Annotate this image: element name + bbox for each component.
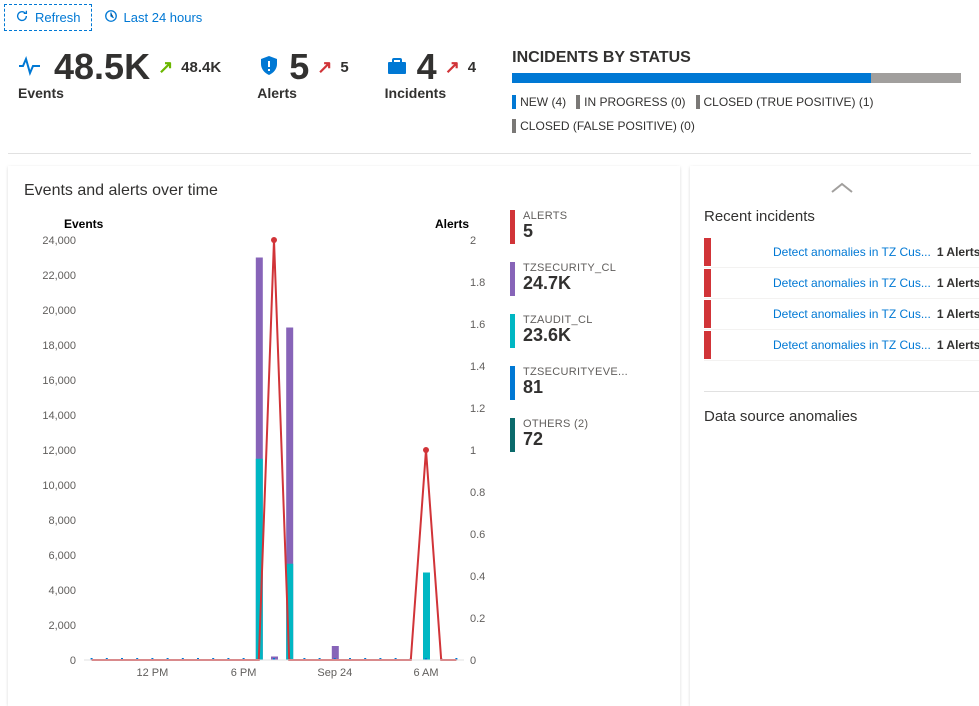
shield-icon (257, 54, 281, 81)
incident-name[interactable]: Detect anomalies in TZ Cus... (773, 307, 931, 321)
svg-text:0.2: 0.2 (470, 613, 485, 625)
right-panel: Recent incidents Detect anomalies in TZ … (690, 166, 979, 706)
recent-incidents-title: Recent incidents (704, 208, 979, 225)
svg-text:0.4: 0.4 (470, 571, 485, 583)
svg-text:1.8: 1.8 (470, 277, 485, 289)
chart-legend-item[interactable]: TZSECURITY_CL24.7K (510, 262, 628, 296)
chart-title: Events and alerts over time (24, 182, 664, 200)
svg-text:0: 0 (470, 655, 476, 667)
events-value: 48.5K (54, 49, 150, 85)
incident-alerts: 1 Alerts (937, 245, 979, 259)
incidents-value: 4 (417, 49, 437, 85)
severity-indicator (704, 238, 711, 266)
chevron-up-icon[interactable] (828, 180, 856, 196)
alerts-value: 5 (289, 49, 309, 85)
chart-legend-item[interactable]: TZAUDIT_CL23.6K (510, 314, 628, 348)
incident-row[interactable]: Detect anomalies in TZ Cus... 1 Alerts (704, 330, 979, 361)
status-legend-item[interactable]: CLOSED (TRUE POSITIVE) (1) (696, 95, 874, 109)
status-panel: INCIDENTS BY STATUS NEW (4) IN PROGRESS (… (512, 49, 961, 133)
trend-up-icon: ↗ (317, 57, 332, 78)
summary-alerts[interactable]: 5 ↗ 5 Alerts (257, 49, 348, 101)
svg-text:0: 0 (70, 655, 76, 667)
chart-legend: ALERTS5 TZSECURITY_CL24.7K TZAUDIT_CL23.… (510, 210, 628, 690)
summary-events[interactable]: 48.5K ↗ 48.4K Events (18, 49, 221, 101)
svg-text:22,000: 22,000 (42, 270, 76, 282)
chart-legend-item[interactable]: TZSECURITYEVE...81 (510, 366, 628, 400)
svg-text:0.8: 0.8 (470, 487, 485, 499)
svg-text:6 PM: 6 PM (231, 667, 257, 679)
svg-text:1.4: 1.4 (470, 361, 485, 373)
svg-text:Events: Events (64, 217, 104, 231)
pulse-icon (18, 56, 46, 79)
status-legend-item[interactable]: IN PROGRESS (0) (576, 95, 685, 109)
refresh-button[interactable]: Refresh (4, 4, 92, 31)
toolbar: Refresh Last 24 hours (0, 0, 979, 35)
events-label: Events (18, 85, 221, 101)
trend-up-icon: ↗ (158, 57, 173, 78)
severity-indicator (704, 300, 711, 328)
svg-text:8,000: 8,000 (48, 515, 76, 527)
anomalies-title: Data source anomalies (704, 408, 979, 425)
incident-name[interactable]: Detect anomalies in TZ Cus... (773, 276, 931, 290)
svg-text:2: 2 (470, 235, 476, 247)
incidents-delta: 4 (468, 59, 476, 76)
svg-text:0.6: 0.6 (470, 529, 485, 541)
svg-text:16,000: 16,000 (42, 375, 76, 387)
severity-indicator (704, 269, 711, 297)
incident-alerts: 1 Alerts (937, 307, 979, 321)
status-title: INCIDENTS BY STATUS (512, 49, 961, 67)
events-alerts-card: Events and alerts over time Events Alerts… (8, 166, 680, 706)
trend-up-icon: ↗ (445, 57, 460, 78)
incident-row[interactable]: Detect anomalies in TZ Cus... 1 Alerts (704, 299, 979, 330)
incident-name[interactable]: Detect anomalies in TZ Cus... (773, 245, 931, 259)
incident-row[interactable]: Detect anomalies in TZ Cus... 1 Alerts (704, 237, 979, 268)
events-alerts-chart[interactable]: Events Alerts 0 2,000 4,000 6,000 8,000 10,000 1… (24, 210, 504, 690)
clock-icon (104, 9, 118, 26)
summary-incidents[interactable]: 4 ↗ 4 Incidents (385, 49, 476, 101)
incident-alerts: 1 Alerts (937, 276, 979, 290)
svg-text:6 AM: 6 AM (413, 667, 438, 679)
timerange-label: Last 24 hours (124, 10, 203, 25)
chart-legend-item[interactable]: ALERTS5 (510, 210, 628, 244)
incidents-label: Incidents (385, 85, 476, 101)
events-delta: 48.4K (181, 59, 221, 76)
svg-text:12,000: 12,000 (42, 445, 76, 457)
svg-text:Sep 24: Sep 24 (317, 667, 352, 679)
incident-alerts: 1 Alerts (937, 338, 979, 352)
svg-text:1.6: 1.6 (470, 319, 485, 331)
svg-text:24,000: 24,000 (42, 235, 76, 247)
svg-text:18,000: 18,000 (42, 340, 76, 352)
divider (704, 391, 979, 392)
briefcase-icon (385, 54, 409, 81)
svg-text:20,000: 20,000 (42, 305, 76, 317)
svg-text:12 PM: 12 PM (137, 667, 169, 679)
chart-legend-item[interactable]: OTHERS (2)72 (510, 418, 628, 452)
status-legend-item[interactable]: NEW (4) (512, 95, 566, 109)
status-legend-item[interactable]: CLOSED (FALSE POSITIVE) (0) (512, 119, 695, 133)
alerts-delta: 5 (340, 59, 348, 76)
refresh-icon (15, 9, 29, 26)
svg-text:2,000: 2,000 (48, 620, 76, 632)
summary-row: 48.5K ↗ 48.4K Events 5 ↗ 5 Alerts (8, 35, 971, 133)
svg-text:14,000: 14,000 (42, 410, 76, 422)
incident-list: Detect anomalies in TZ Cus... 1 Alerts D… (704, 237, 979, 361)
status-bar[interactable] (512, 73, 961, 83)
svg-text:4,000: 4,000 (48, 585, 76, 597)
divider (8, 153, 971, 154)
status-legend: NEW (4) IN PROGRESS (0) CLOSED (TRUE POSIT… (512, 95, 961, 133)
svg-text:10,000: 10,000 (42, 480, 76, 492)
svg-text:6,000: 6,000 (48, 550, 76, 562)
incident-name[interactable]: Detect anomalies in TZ Cus... (773, 338, 931, 352)
svg-text:1: 1 (470, 445, 476, 457)
alerts-label: Alerts (257, 85, 348, 101)
svg-text:1.2: 1.2 (470, 403, 485, 415)
incident-row[interactable]: Detect anomalies in TZ Cus... 1 Alerts (704, 268, 979, 299)
svg-text:Alerts: Alerts (435, 217, 469, 231)
refresh-label: Refresh (35, 10, 81, 25)
severity-indicator (704, 331, 711, 359)
timerange-button[interactable]: Last 24 hours (104, 9, 203, 26)
